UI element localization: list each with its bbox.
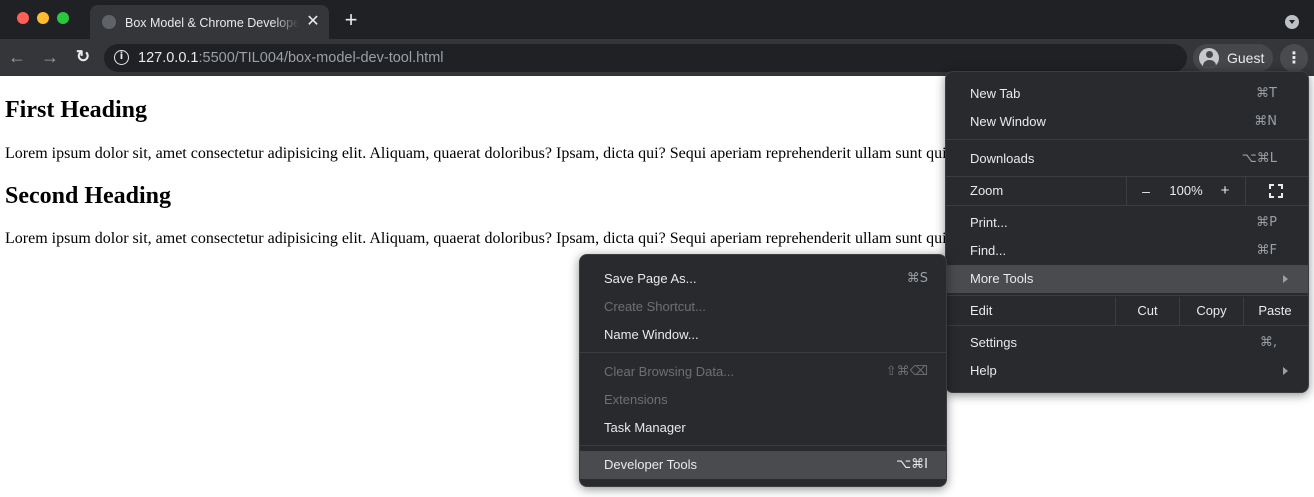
menu-item-label: Name Window... <box>604 327 699 342</box>
menu-item-label: Settings <box>970 335 1017 350</box>
menu-item-create-shortcut: Create Shortcut... <box>580 293 946 321</box>
profile-button[interactable]: Guest <box>1193 44 1273 72</box>
menu-item-save-page[interactable]: Save Page As... ⌘S <box>580 265 946 293</box>
url-path: :5500/TIL004/box-model-dev-tool.html <box>198 50 444 66</box>
menu-item-shortcut: ⇧⌘⌫ <box>885 364 928 379</box>
minimize-window-button[interactable] <box>37 12 49 24</box>
menu-separator <box>946 325 1308 326</box>
menu-item-downloads[interactable]: Downloads ⌥⌘L <box>946 145 1308 173</box>
menu-item-shortcut: ⌘, <box>1259 335 1277 350</box>
cut-button[interactable]: Cut <box>1116 297 1179 325</box>
menu-item-new-tab[interactable]: New Tab ⌘T <box>946 80 1308 108</box>
menu-item-shortcut: ⌘T <box>1256 86 1277 101</box>
menu-item-developer-tools[interactable]: Developer Tools ⌥⌘I <box>580 451 946 479</box>
menu-item-label: Clear Browsing Data... <box>604 364 735 379</box>
menu-item-label: Edit <box>970 303 993 318</box>
zoom-level: 100% <box>1169 183 1203 198</box>
zoom-in-button[interactable]: + <box>1215 182 1235 200</box>
more-options-icon[interactable]: ⋮ <box>1280 44 1308 72</box>
menu-separator <box>946 205 1308 206</box>
reload-icon[interactable]: ↻ <box>73 47 93 67</box>
maximize-window-button[interactable] <box>57 12 69 24</box>
menu-separator <box>580 352 946 353</box>
second-paragraph: Lorem ipsum dolor sit, amet consectetur … <box>5 230 958 247</box>
menu-item-clear-browsing-data: Clear Browsing Data... ⇧⌘⌫ <box>580 358 946 386</box>
back-arrow-icon[interactable]: ← <box>7 47 27 67</box>
tab-search-icon[interactable] <box>1285 15 1299 29</box>
menu-item-label: Extensions <box>604 392 668 407</box>
first-paragraph: Lorem ipsum dolor sit, amet consectetur … <box>5 145 958 162</box>
copy-button[interactable]: Copy <box>1180 297 1243 325</box>
menu-item-label: Create Shortcut... <box>604 299 706 314</box>
title-bar: Box Model & Chrome Developer Tools ✕ + <box>0 0 1314 39</box>
url-host: 127.0.0.1 <box>138 50 199 66</box>
fullscreen-icon[interactable] <box>1269 184 1283 198</box>
menu-item-shortcut: ⌘F <box>1256 243 1277 258</box>
menu-item-settings[interactable]: Settings ⌘, <box>946 329 1308 357</box>
forward-arrow-icon[interactable]: → <box>40 47 60 67</box>
site-info-icon[interactable]: i <box>114 50 129 65</box>
menu-separator <box>580 445 946 446</box>
address-bar[interactable]: i 127.0.0.1:5500/TIL004/box-model-dev-to… <box>104 44 1187 72</box>
menu-item-find[interactable]: Find... ⌘F <box>946 237 1308 265</box>
menu-item-edit: Edit Cut Copy Paste <box>946 297 1308 325</box>
menu-item-label: Save Page As... <box>604 271 697 286</box>
paste-button[interactable]: Paste <box>1244 297 1306 325</box>
menu-item-new-window[interactable]: New Window ⌘N <box>946 108 1308 136</box>
more-tools-submenu: Save Page As... ⌘S Create Shortcut... Na… <box>579 254 947 487</box>
menu-item-label: New Window <box>970 114 1046 129</box>
menu-item-help[interactable]: Help <box>946 357 1308 385</box>
menu-separator <box>946 139 1308 140</box>
menu-item-label: More Tools <box>970 271 1034 286</box>
menu-item-more-tools[interactable]: More Tools <box>946 265 1308 293</box>
menu-item-label: Task Manager <box>604 420 686 435</box>
menu-item-shortcut: ⌘P <box>1256 215 1277 230</box>
chrome-main-menu: New Tab ⌘T New Window ⌘N Downloads ⌥⌘L Z… <box>945 71 1309 393</box>
menu-separator <box>946 295 1308 296</box>
close-window-button[interactable] <box>17 12 29 24</box>
menu-divider <box>1245 177 1246 205</box>
first-heading: First Heading <box>5 97 147 123</box>
browser-tab[interactable]: Box Model & Chrome Developer Tools ✕ <box>90 5 329 39</box>
submenu-arrow-icon <box>1283 275 1288 283</box>
menu-item-label: Find... <box>970 243 1007 258</box>
tab-title: Box Model & Chrome Developer Tools <box>125 16 299 30</box>
menu-item-name-window[interactable]: Name Window... <box>580 321 946 349</box>
menu-item-label: Developer Tools <box>604 457 697 472</box>
zoom-out-button[interactable]: – <box>1136 182 1156 200</box>
menu-item-zoom: Zoom – 100% + <box>946 177 1308 205</box>
globe-icon <box>102 15 116 29</box>
menu-item-shortcut: ⌘S <box>906 271 928 286</box>
menu-item-print[interactable]: Print... ⌘P <box>946 209 1308 237</box>
menu-item-label: Zoom <box>970 183 1004 198</box>
profile-name: Guest <box>1227 50 1265 66</box>
menu-divider <box>1126 177 1127 205</box>
menu-item-extensions: Extensions <box>580 386 946 414</box>
avatar-icon <box>1199 48 1219 68</box>
new-tab-button[interactable]: + <box>340 9 362 31</box>
tab-close-icon[interactable]: ✕ <box>304 13 322 31</box>
submenu-arrow-icon <box>1283 367 1288 375</box>
menu-item-shortcut: ⌥⌘I <box>896 457 928 472</box>
menu-item-task-manager[interactable]: Task Manager <box>580 414 946 442</box>
second-heading: Second Heading <box>5 183 172 209</box>
menu-item-shortcut: ⌘N <box>1254 114 1277 129</box>
url-text[interactable]: 127.0.0.1:5500/TIL004/box-model-dev-tool… <box>138 49 444 67</box>
menu-item-shortcut: ⌥⌘L <box>1241 151 1277 166</box>
menu-item-label: Print... <box>970 215 1008 230</box>
menu-item-label: Help <box>970 363 997 378</box>
menu-item-label: New Tab <box>970 86 1021 101</box>
menu-item-label: Downloads <box>970 151 1035 166</box>
